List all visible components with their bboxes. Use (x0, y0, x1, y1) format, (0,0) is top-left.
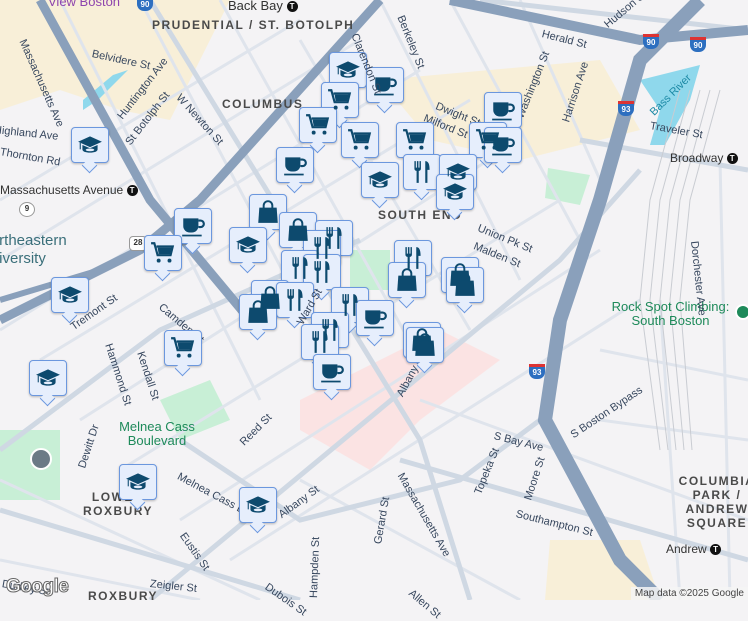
marker-restaurant[interactable] (303, 254, 341, 290)
highway-shield: 90 (643, 34, 659, 49)
marker-school[interactable] (51, 277, 89, 313)
transit-mass-ave[interactable]: Massachusetts Avenue T (0, 183, 138, 197)
restaurant-icon (307, 329, 333, 355)
neighborhood-label: COLUMBUS (222, 97, 304, 111)
marker-coffee[interactable] (484, 127, 522, 163)
transit-back-bay[interactable]: Back Bay T (228, 0, 298, 13)
transit-broadway[interactable]: Broadway T (670, 151, 738, 165)
transit-icon: T (726, 153, 738, 165)
grocery-icon (305, 112, 331, 138)
place-pin-icon[interactable] (735, 304, 748, 320)
marker-grocery[interactable] (396, 122, 434, 158)
school-icon (35, 365, 61, 391)
grocery-icon (347, 127, 373, 153)
school-icon (125, 469, 151, 495)
transit-label: Massachusetts Avenue (0, 183, 124, 197)
restaurant-icon (309, 259, 335, 285)
marker-school[interactable] (71, 127, 109, 163)
coffee-icon (319, 359, 345, 385)
coffee-icon (490, 97, 516, 123)
grocery-icon (327, 87, 353, 113)
coffee-icon (490, 132, 516, 158)
shopping-icon (394, 267, 420, 293)
place-rock-spot-climbing[interactable]: Rock Spot Climbing: South Boston (608, 300, 733, 328)
marker-coffee[interactable] (356, 300, 394, 336)
marker-coffee[interactable] (313, 354, 351, 390)
school-icon (442, 179, 468, 205)
coffee-icon (362, 305, 388, 331)
transit-label: Back Bay (228, 0, 283, 13)
highway-shield: 93 (529, 364, 545, 379)
highway-shield: 93 (618, 101, 634, 116)
shopping-icon (452, 272, 478, 298)
shopping-icon (245, 299, 271, 325)
marker-grocery[interactable] (341, 122, 379, 158)
marker-coffee[interactable] (276, 147, 314, 183)
coffee-icon (180, 213, 206, 239)
school-icon (235, 232, 261, 258)
place-melnea-cass[interactable]: Melnea Cass Boulevard (112, 420, 202, 448)
transit-andrew[interactable]: Andrew T (666, 542, 722, 556)
place-view-boston[interactable]: View Boston (48, 0, 120, 8)
transit-icon: T (286, 1, 298, 13)
place-university[interactable]: Northeastern University (0, 232, 67, 268)
shopping-icon (285, 217, 311, 243)
marker-shopping[interactable] (446, 267, 484, 303)
marker-school[interactable] (119, 464, 157, 500)
transit-label: Broadway (670, 151, 724, 165)
neighborhood-label: ROXBURY (88, 589, 159, 603)
route-shield: 9 (19, 202, 35, 217)
marker-school[interactable] (229, 227, 267, 263)
highway-shield: 90 (690, 37, 706, 52)
grocery-icon (402, 127, 428, 153)
school-icon (335, 57, 361, 83)
marker-school[interactable] (29, 360, 67, 396)
map-attribution[interactable]: Map data ©2025 Google (630, 587, 748, 600)
transit-icon: T (710, 544, 722, 556)
school-icon (57, 282, 83, 308)
grocery-icon (150, 240, 176, 266)
marker-coffee[interactable] (174, 208, 212, 244)
restaurant-icon (337, 292, 363, 318)
neighborhood-label: PRUDENTIAL / ST. BOTOLPH (152, 18, 355, 32)
school-icon (245, 492, 271, 518)
marker-coffee[interactable] (484, 92, 522, 128)
neighborhood-label: COLUMBIA PARK / ANDREW SQUARE (678, 474, 748, 530)
marker-school[interactable] (239, 487, 277, 523)
coffee-icon (282, 152, 308, 178)
school-icon (77, 132, 103, 158)
street-label: Hampden St (308, 536, 323, 599)
marker-grocery[interactable] (164, 330, 202, 366)
marker-school[interactable] (361, 162, 399, 198)
google-logo: Google (5, 576, 69, 598)
school-icon (367, 167, 393, 193)
marker-shopping[interactable] (406, 327, 444, 363)
grocery-icon (170, 335, 196, 361)
shopping-icon (412, 332, 438, 358)
school-pin-icon[interactable] (30, 448, 52, 470)
shopping-icon (255, 199, 281, 225)
marker-grocery[interactable] (144, 235, 182, 271)
transit-icon: T (126, 185, 138, 197)
restaurant-icon (409, 159, 435, 185)
transit-label: Andrew (666, 542, 707, 556)
